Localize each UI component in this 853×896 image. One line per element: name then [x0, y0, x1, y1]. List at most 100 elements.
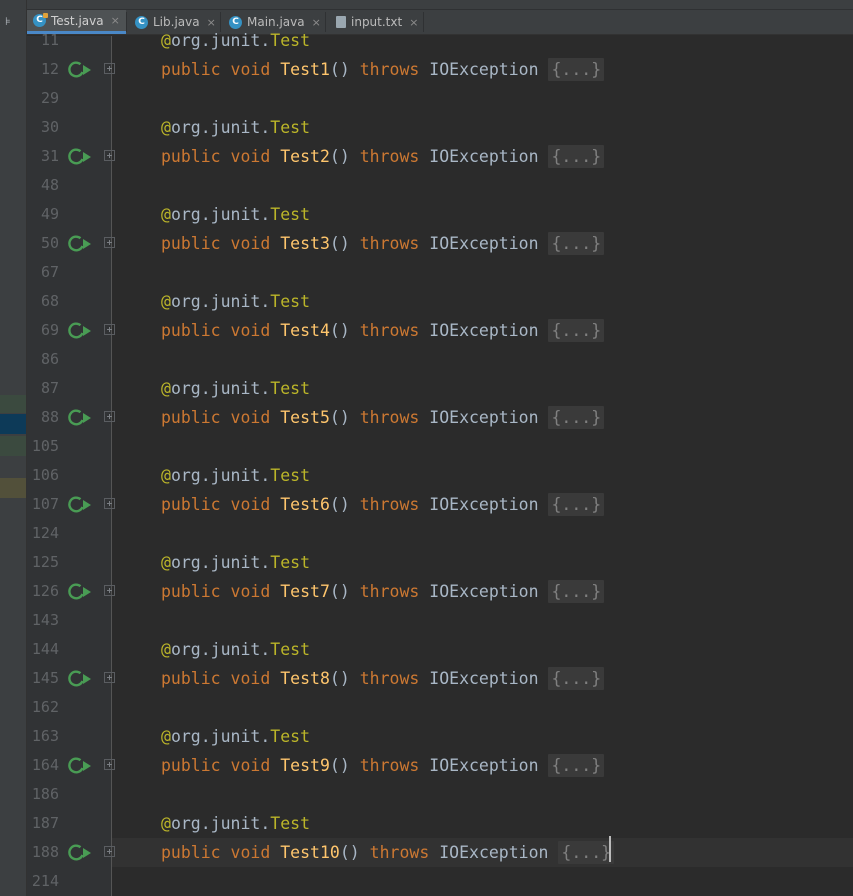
- code-text[interactable]: @org.junit.Test: [161, 722, 310, 751]
- code-line[interactable]: 88 public void Test5() throws IOException…: [0, 403, 853, 432]
- fold-expand-icon[interactable]: [104, 411, 115, 422]
- fold-expand-icon[interactable]: [104, 672, 115, 683]
- code-text[interactable]: public void Test3() throws IOException {…: [161, 229, 605, 258]
- line-number: 48: [40, 176, 59, 194]
- line-number: 162: [31, 698, 59, 716]
- folded-body[interactable]: {...}: [548, 319, 605, 342]
- code-text[interactable]: public void Test8() throws IOException {…: [161, 664, 605, 693]
- code-text[interactable]: @org.junit.Test: [161, 26, 310, 55]
- code-line[interactable]: 126 public void Test7() throws IOExceptio…: [0, 577, 853, 606]
- code-line[interactable]: 11 @org.junit.Test: [0, 26, 853, 55]
- code-text[interactable]: public void Test5() throws IOException {…: [161, 403, 605, 432]
- code-line[interactable]: 186: [0, 780, 853, 809]
- exception-type: IOException: [429, 321, 539, 340]
- line-number: 29: [40, 89, 59, 107]
- folded-body[interactable]: {...}: [548, 493, 605, 516]
- line-number: 49: [40, 205, 59, 223]
- code-line[interactable]: 106 @org.junit.Test: [0, 461, 853, 490]
- code-line[interactable]: 86: [0, 345, 853, 374]
- run-test-icon[interactable]: [67, 147, 91, 167]
- code-line[interactable]: 162: [0, 693, 853, 722]
- annotation-name: Test: [270, 553, 311, 572]
- fold-expand-icon[interactable]: [104, 150, 115, 161]
- code-text[interactable]: public void Test6() throws IOException {…: [161, 490, 605, 519]
- code-line[interactable]: 145 public void Test8() throws IOExceptio…: [0, 664, 853, 693]
- code-text[interactable]: @org.junit.Test: [161, 461, 310, 490]
- line-number: 187: [31, 814, 59, 832]
- run-test-icon[interactable]: [67, 408, 91, 428]
- code-line[interactable]: 164 public void Test9() throws IOExceptio…: [0, 751, 853, 780]
- fold-expand-icon[interactable]: [104, 846, 115, 857]
- code-text[interactable]: @org.junit.Test: [161, 635, 310, 664]
- annotation-name: Test: [270, 727, 311, 746]
- code-text[interactable]: @org.junit.Test: [161, 113, 310, 142]
- code-line[interactable]: 12 public void Test1() throws IOException…: [0, 55, 853, 84]
- run-test-icon[interactable]: [67, 582, 91, 602]
- code-line[interactable]: 188 public void Test10() throws IOExcepti…: [32, 838, 853, 867]
- code-line[interactable]: 187 @org.junit.Test: [0, 809, 853, 838]
- code-line[interactable]: 48: [0, 171, 853, 200]
- code-line[interactable]: 214: [0, 867, 853, 896]
- run-test-icon[interactable]: [67, 843, 91, 863]
- code-text[interactable]: public void Test10() throws IOException …: [161, 838, 615, 867]
- run-test-icon[interactable]: [67, 756, 91, 776]
- code-text[interactable]: @org.junit.Test: [161, 200, 310, 229]
- code-line[interactable]: 143: [0, 606, 853, 635]
- folded-body[interactable]: {...}: [558, 841, 615, 864]
- code-line[interactable]: 49 @org.junit.Test: [0, 200, 853, 229]
- code-line[interactable]: 31 public void Test2() throws IOException…: [0, 142, 853, 171]
- folded-body[interactable]: {...}: [548, 232, 605, 255]
- folded-body[interactable]: {...}: [548, 58, 605, 81]
- code-text[interactable]: public void Test2() throws IOException {…: [161, 142, 605, 171]
- keyword-void: void: [230, 234, 271, 253]
- code-text[interactable]: @org.junit.Test: [161, 374, 310, 403]
- line-number: 67: [40, 263, 59, 281]
- keyword-throws: throws: [359, 408, 420, 427]
- fold-expand-icon[interactable]: [104, 585, 115, 596]
- exception-type: IOException: [429, 669, 539, 688]
- method-name: Test6: [280, 495, 330, 514]
- code-line[interactable]: 107 public void Test6() throws IOExceptio…: [0, 490, 853, 519]
- line-number: 214: [31, 872, 59, 890]
- fold-expand-icon[interactable]: [104, 324, 115, 335]
- line-number: 11: [40, 31, 59, 49]
- code-line[interactable]: 87 @org.junit.Test: [0, 374, 853, 403]
- fold-expand-icon[interactable]: [104, 237, 115, 248]
- run-test-icon[interactable]: [67, 495, 91, 515]
- run-test-icon[interactable]: [67, 234, 91, 254]
- code-text[interactable]: public void Test9() throws IOException {…: [161, 751, 605, 780]
- folded-body[interactable]: {...}: [548, 580, 605, 603]
- code-line[interactable]: 29: [0, 84, 853, 113]
- line-number: 68: [40, 292, 59, 310]
- folded-body[interactable]: {...}: [548, 667, 605, 690]
- code-line[interactable]: 105: [0, 432, 853, 461]
- code-line[interactable]: 163 @org.junit.Test: [0, 722, 853, 751]
- code-line[interactable]: 124: [0, 519, 853, 548]
- fold-expand-icon[interactable]: [104, 759, 115, 770]
- keyword-public: public: [161, 756, 221, 775]
- code-text[interactable]: public void Test4() throws IOException {…: [161, 316, 605, 345]
- fold-expand-icon[interactable]: [104, 498, 115, 509]
- code-line[interactable]: 30 @org.junit.Test: [0, 113, 853, 142]
- code-text[interactable]: public void Test7() throws IOException {…: [161, 577, 605, 606]
- code-line[interactable]: 50 public void Test3() throws IOException…: [0, 229, 853, 258]
- folded-body[interactable]: {...}: [548, 406, 605, 429]
- code-line[interactable]: 68 @org.junit.Test: [0, 287, 853, 316]
- code-text[interactable]: @org.junit.Test: [161, 809, 310, 838]
- code-text[interactable]: @org.junit.Test: [161, 548, 310, 577]
- code-text[interactable]: public void Test1() throws IOException {…: [161, 55, 605, 84]
- fold-expand-icon[interactable]: [104, 63, 115, 74]
- code-line[interactable]: 69 public void Test4() throws IOException…: [0, 316, 853, 345]
- line-number: 12: [40, 60, 59, 78]
- code-text[interactable]: @org.junit.Test: [161, 287, 310, 316]
- line-number: 31: [40, 147, 59, 165]
- method-name: Test1: [280, 60, 330, 79]
- folded-body[interactable]: {...}: [548, 754, 605, 777]
- run-test-icon[interactable]: [67, 321, 91, 341]
- code-line[interactable]: 144 @org.junit.Test: [0, 635, 853, 664]
- run-test-icon[interactable]: [67, 60, 91, 80]
- code-line[interactable]: 67: [0, 258, 853, 287]
- folded-body[interactable]: {...}: [548, 145, 605, 168]
- code-line[interactable]: 125 @org.junit.Test: [0, 548, 853, 577]
- run-test-icon[interactable]: [67, 669, 91, 689]
